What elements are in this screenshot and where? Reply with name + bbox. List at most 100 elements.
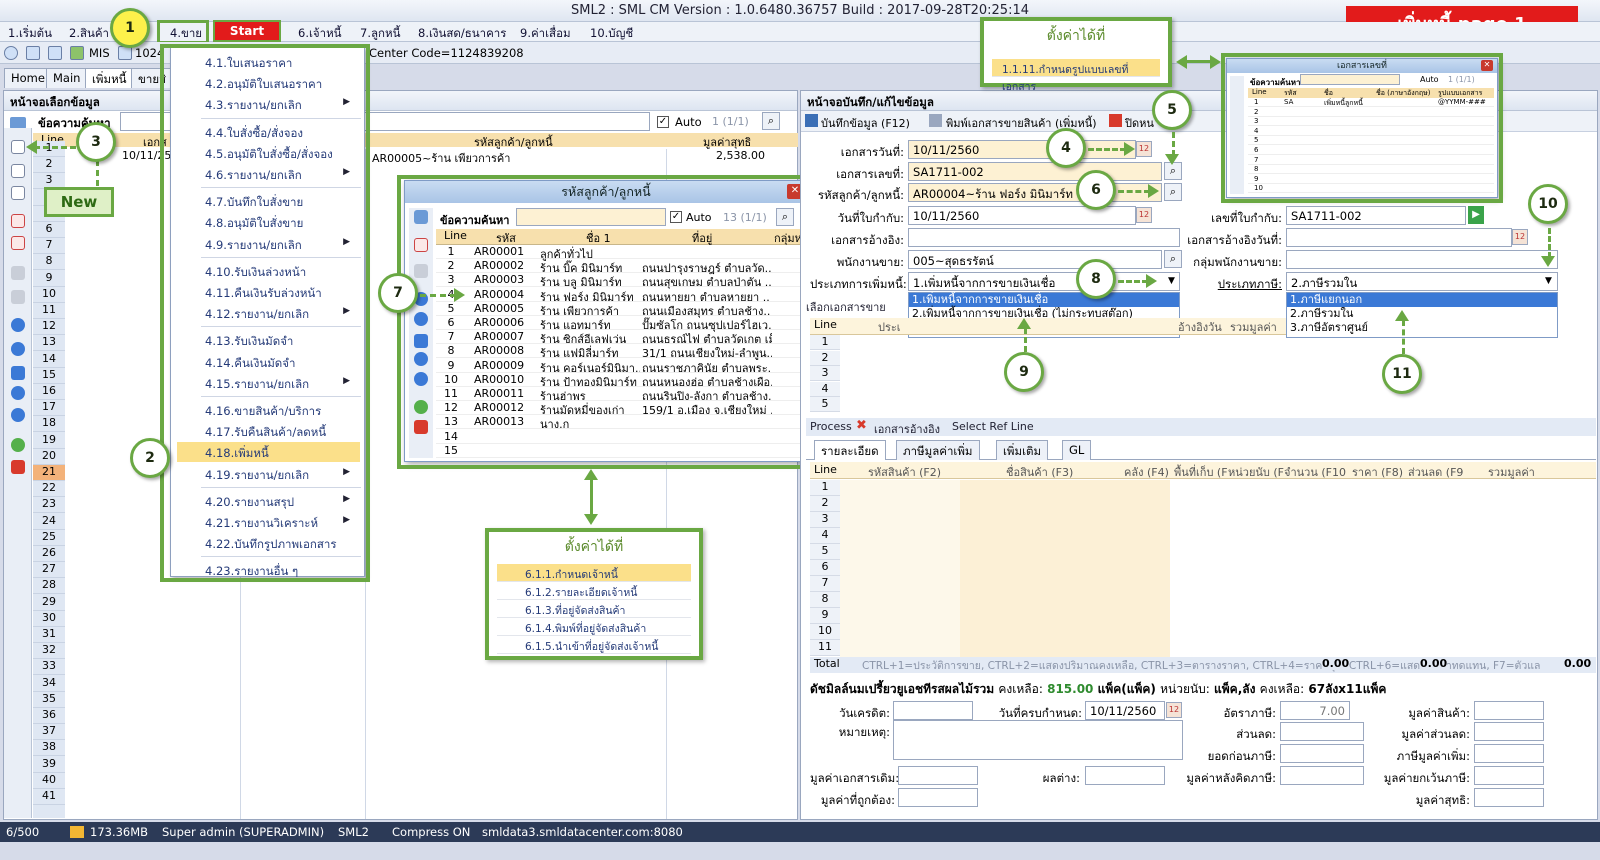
menu-cash-bank[interactable]: 8.เงินสด/ธนาคาร (418, 25, 506, 43)
vat-option[interactable]: 1.ภาษีแยกนอก (1287, 293, 1557, 307)
row-number[interactable]: 39 (33, 757, 65, 773)
row-number[interactable]: 14 (33, 352, 65, 368)
row-number[interactable]: 9 (33, 271, 65, 287)
tab-gl[interactable]: GL (1062, 440, 1092, 460)
row-number[interactable]: 12 (33, 319, 65, 336)
row-number[interactable]: 10 (33, 287, 65, 303)
vat-option[interactable]: 2.ภาษีรวมใน (1287, 307, 1557, 321)
row-number[interactable]: 26 (33, 546, 65, 562)
ref-row-number[interactable]: 1 (810, 335, 840, 350)
item-row-number[interactable]: 3 (810, 512, 840, 528)
prev-icon[interactable] (11, 318, 25, 332)
row-number[interactable]: 27 (33, 562, 65, 579)
calendar-icon[interactable]: 12 (1512, 229, 1528, 245)
up-icon[interactable] (11, 386, 25, 400)
list-icon[interactable] (11, 266, 25, 280)
row-number[interactable]: 13 (33, 335, 65, 352)
item-row-number[interactable]: 10 (810, 624, 840, 640)
help-icon[interactable] (11, 438, 25, 452)
doc-icon[interactable] (11, 164, 25, 178)
correct-input[interactable] (898, 788, 978, 807)
item-row-number[interactable]: 4 (810, 528, 840, 544)
item-row-number[interactable]: 9 (810, 608, 840, 624)
row-number[interactable]: 35 (33, 692, 65, 708)
row-number[interactable]: 21 (33, 465, 65, 481)
row-number[interactable]: 20 (33, 449, 65, 465)
next-icon[interactable] (11, 342, 25, 356)
row-number[interactable]: 31 (33, 627, 65, 643)
row-number[interactable]: 36 (33, 708, 65, 724)
due-date-input[interactable]: 10/11/2560 (1085, 701, 1165, 720)
close-icon[interactable] (11, 460, 25, 474)
left-auto-checkbox[interactable]: ✓ (657, 116, 669, 128)
row-number[interactable]: 6 (33, 222, 65, 238)
start-button[interactable]: Start (213, 20, 281, 42)
tab-extra[interactable]: เพิ่มเติม (996, 440, 1049, 460)
ref-doc-button[interactable]: เอกสารอ้างอิง (874, 420, 940, 438)
row-number[interactable]: 33 (33, 659, 65, 676)
play-icon[interactable]: ▶ (1468, 206, 1484, 224)
row-number[interactable]: 1 (33, 141, 65, 157)
item-row-number[interactable]: 11 (810, 640, 840, 656)
tab-detail[interactable]: รายละเอียด (814, 440, 886, 460)
row-number[interactable]: 41 (33, 789, 65, 805)
row-number[interactable]: 2 (33, 157, 65, 174)
vat-rate-input[interactable]: 7.00 (1280, 701, 1350, 720)
checklist-icon[interactable] (11, 214, 25, 228)
row-number[interactable]: 40 (33, 773, 65, 789)
item-row-number[interactable]: 2 (810, 496, 840, 512)
goods-value-input[interactable] (1474, 701, 1544, 720)
exempt-input[interactable] (1474, 766, 1544, 785)
tab-main[interactable]: Main (46, 68, 88, 88)
row-number[interactable]: 18 (33, 416, 65, 433)
print-icon[interactable] (11, 290, 25, 304)
calendar-icon[interactable]: 12 (1166, 702, 1182, 718)
left-search-icon[interactable]: ⌕ (762, 112, 780, 130)
row-number[interactable]: 11 (33, 303, 65, 319)
credit-days-input[interactable] (893, 701, 973, 720)
row-number[interactable]: 28 (33, 578, 65, 595)
ref-row-number[interactable]: 3 (810, 366, 840, 382)
cust-search-icon[interactable]: ⌕ (1164, 183, 1182, 201)
staff-input[interactable]: 005~สุดธรรัตน์ (908, 250, 1162, 269)
ref-input[interactable] (908, 228, 1180, 247)
row-number[interactable]: 38 (33, 740, 65, 757)
row-number[interactable]: 32 (33, 643, 65, 660)
row-number[interactable]: 30 (33, 611, 65, 627)
ref-row-number[interactable]: 5 (810, 397, 840, 413)
vat-type-select[interactable]: 2.ภาษีรวมใน (1286, 272, 1558, 291)
save-button[interactable]: บันทึกข้อมูล (F12) (821, 114, 910, 132)
staff-group-input[interactable] (1286, 250, 1558, 269)
menu-payables[interactable]: 6.เจ้าหนี้ (298, 25, 342, 43)
row-number[interactable]: 22 (33, 481, 65, 498)
ref-date-input[interactable] (1286, 228, 1512, 247)
copy-icon[interactable] (11, 186, 25, 200)
vat-option[interactable]: 3.ภาษีอัตราศูนย์ (1287, 321, 1557, 335)
item-row-number[interactable]: 8 (810, 592, 840, 608)
tab-debit-note[interactable]: เพิ่มหนี้ (85, 68, 134, 88)
new-doc-icon[interactable] (11, 140, 25, 154)
ref-row-number[interactable]: 2 (810, 350, 840, 366)
window-icon[interactable] (26, 46, 40, 60)
orig-doc-input[interactable] (898, 766, 978, 785)
row-number[interactable]: 8 (33, 254, 65, 271)
row-number[interactable]: 24 (33, 514, 65, 530)
after-tax-input[interactable] (1280, 766, 1364, 785)
close-button[interactable]: ปิดหน (1125, 114, 1154, 132)
report-icon[interactable] (118, 46, 132, 60)
item-row-number[interactable]: 1 (810, 480, 840, 496)
discount-input[interactable] (1280, 722, 1364, 741)
discount-value-input[interactable] (1474, 722, 1544, 741)
process-button[interactable]: Process (810, 420, 852, 433)
menu-products[interactable]: 2.สินค้า (69, 25, 109, 43)
tax-no-input[interactable]: SA1711-002 (1286, 206, 1466, 225)
item-row-number[interactable]: 7 (810, 576, 840, 592)
row-number[interactable]: 17 (33, 400, 65, 417)
chart-icon[interactable] (70, 46, 84, 60)
row-number[interactable]: 15 (33, 368, 65, 384)
row-number[interactable]: 25 (33, 530, 65, 546)
calendar-icon[interactable]: 12 (1136, 207, 1152, 223)
item-row-number[interactable]: 6 (810, 560, 840, 576)
delete-doc-icon[interactable] (11, 236, 25, 250)
menu-depreciation[interactable]: 9.ค่าเสื่อม (520, 25, 571, 43)
